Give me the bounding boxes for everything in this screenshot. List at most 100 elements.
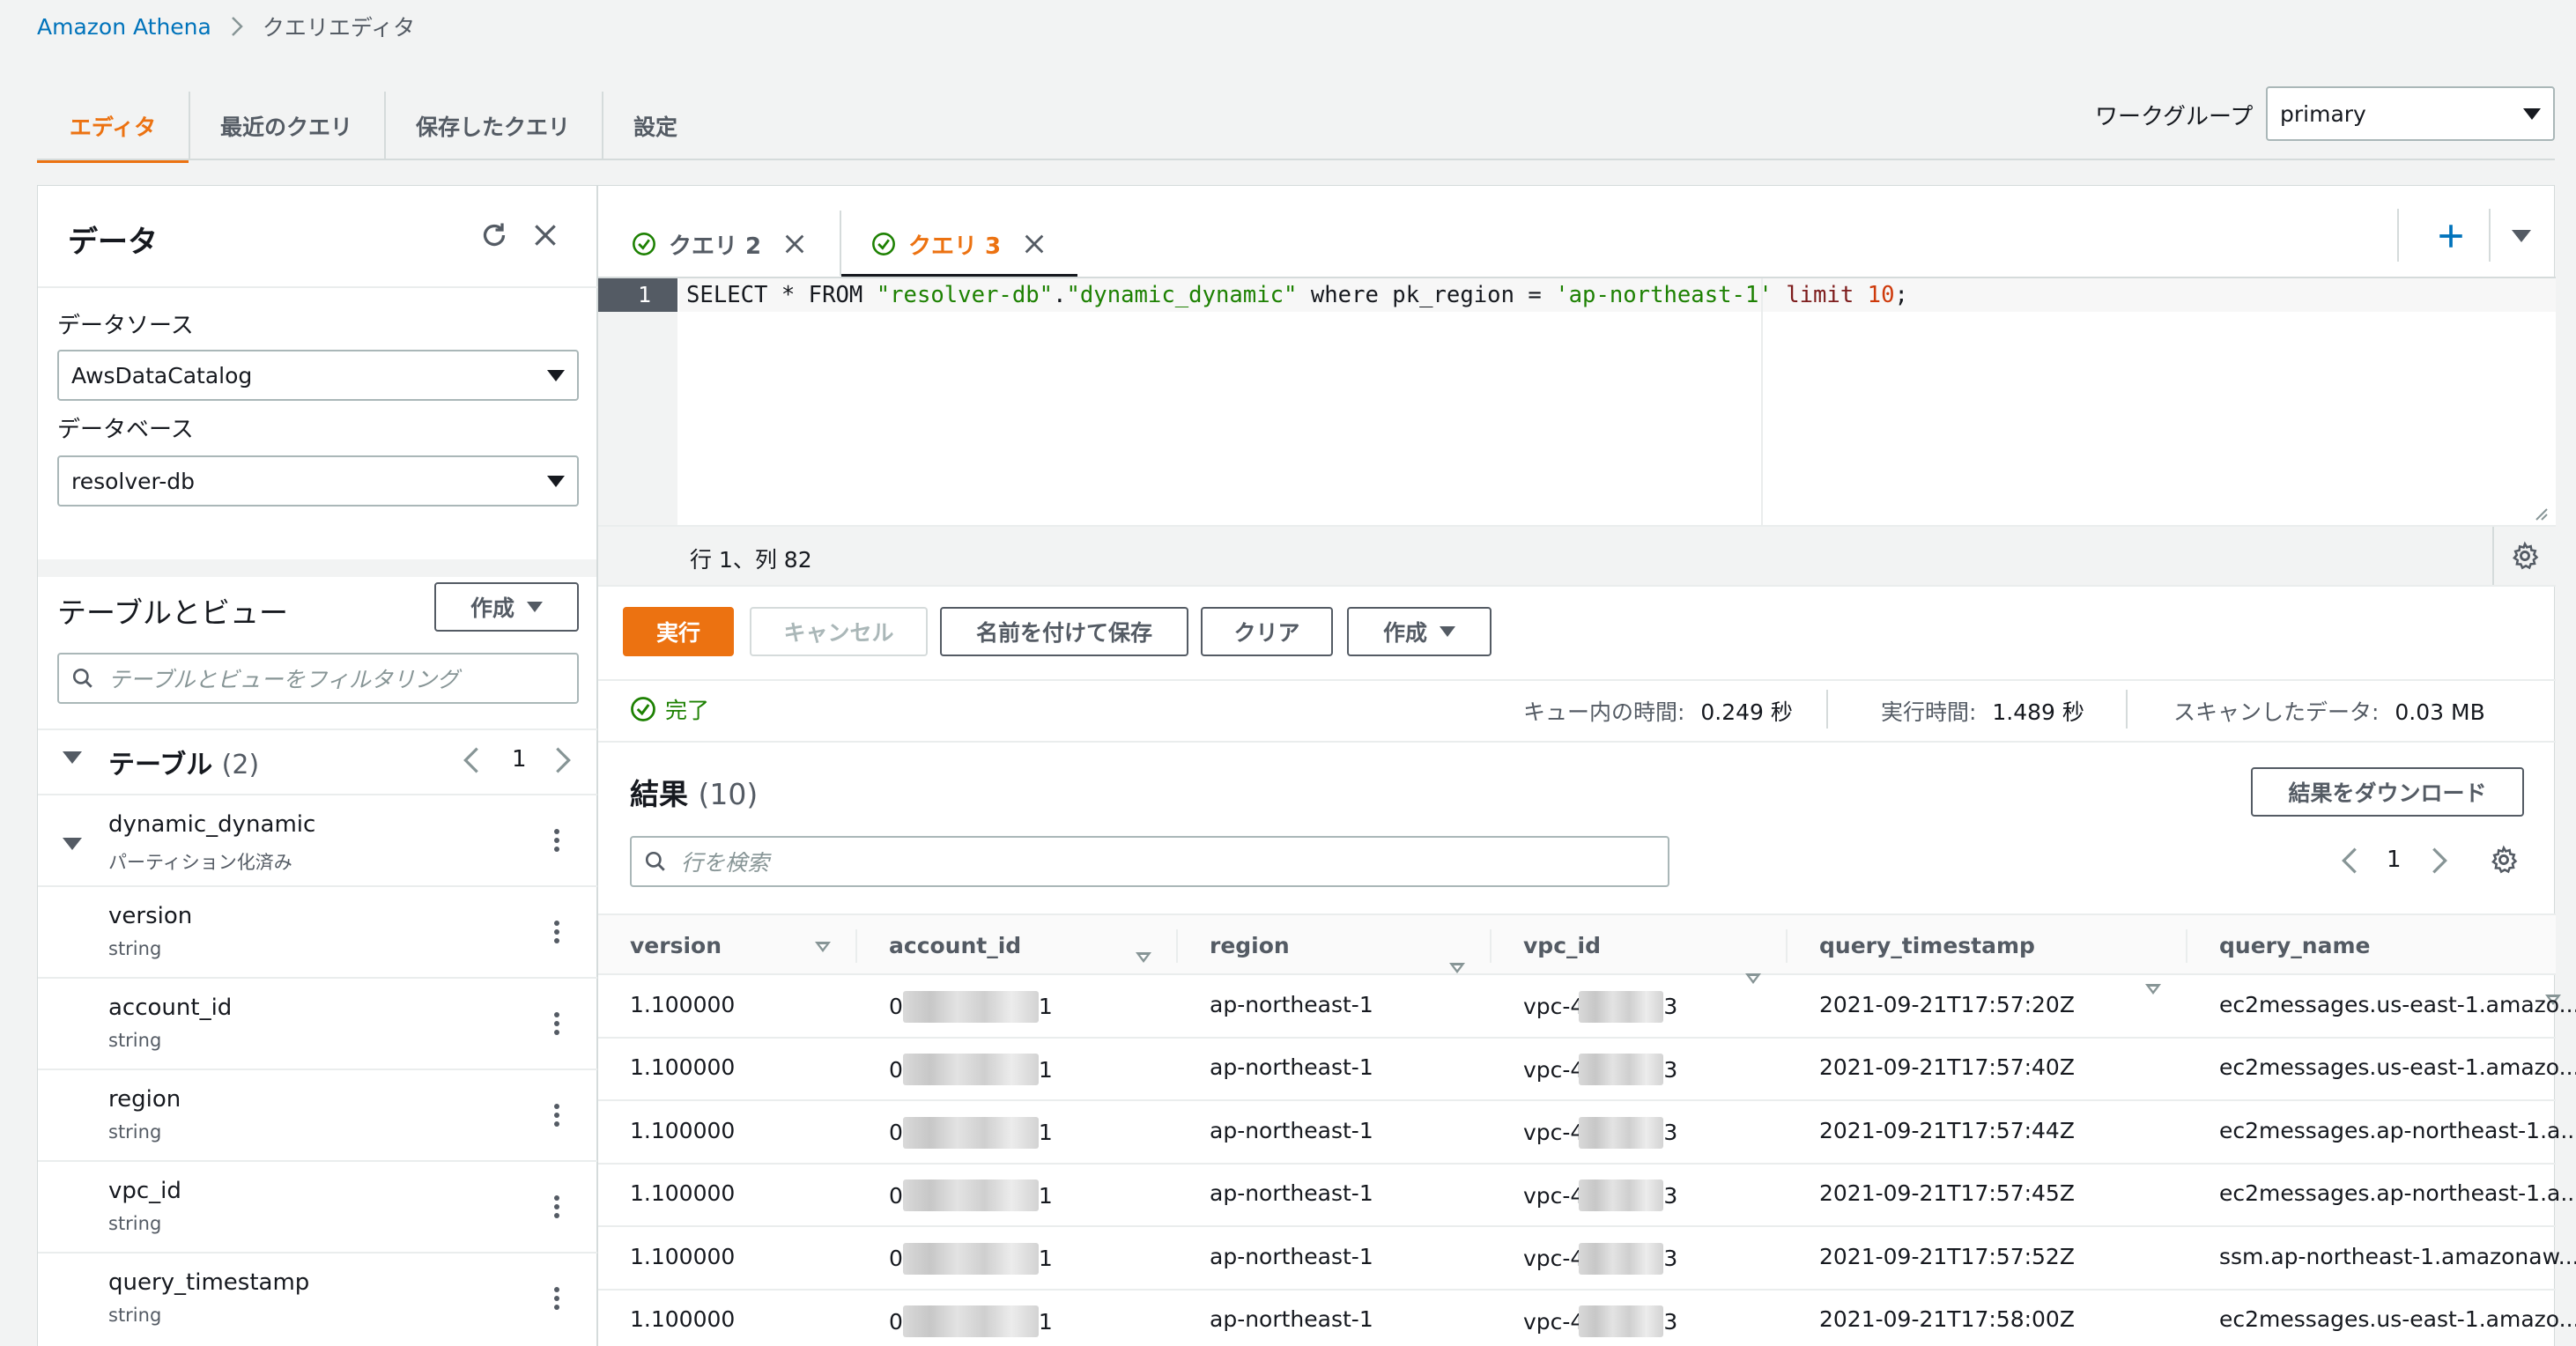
tables-count: (2) <box>221 750 260 780</box>
divider <box>38 286 598 288</box>
chevron-right-icon[interactable] <box>2431 847 2448 875</box>
refresh-icon[interactable] <box>478 219 510 251</box>
cell-vpc-id: vpc-4 3 <box>1523 1116 1677 1149</box>
more-options-icon[interactable] <box>554 917 559 947</box>
column-header-version[interactable]: version <box>630 933 722 958</box>
table-row: 1.100000 0 1 ap-northeast-1 vpc-4 3 2021-09-21… <box>598 1227 2576 1291</box>
more-options-icon[interactable] <box>554 1100 559 1130</box>
run-time: 実行時間: 1.489 秒 <box>1881 695 2084 727</box>
close-icon[interactable] <box>1022 232 1047 256</box>
query-tab-2[interactable]: クエリ 2 <box>632 212 807 276</box>
cell-account-id: 01 <box>889 1305 1053 1338</box>
sort-icon[interactable] <box>1449 963 1465 973</box>
column-header-query-name[interactable]: query_name <box>2219 933 2370 958</box>
sort-icon[interactable] <box>1136 952 1151 963</box>
datasource-select[interactable]: AwsDataCatalog <box>57 350 579 401</box>
cell-query-name: ec2messages.us-east-1.amazo... <box>2219 1306 2576 1333</box>
clear-button[interactable]: クリア <box>1201 607 1333 656</box>
save-as-button[interactable]: 名前を付けて保存 <box>940 607 1188 656</box>
chevron-right-icon <box>231 16 243 37</box>
column-divider <box>1786 929 1788 963</box>
close-icon[interactable] <box>782 232 807 256</box>
column-type: string <box>108 1305 162 1326</box>
create-table-label: 作成 <box>470 595 514 621</box>
cell-query-name: ec2messages.ap-northeast-1.a... <box>2219 1180 2576 1207</box>
chevron-left-icon[interactable] <box>463 746 480 774</box>
chevron-left-icon[interactable] <box>2341 847 2358 875</box>
results-title-text: 結果 <box>630 777 688 811</box>
search-icon <box>645 851 665 871</box>
cell-version: 1.100000 <box>630 1180 736 1207</box>
resize-handle-icon[interactable] <box>2533 506 2549 521</box>
account-id-end: 1 <box>1038 1246 1053 1272</box>
cancel-button[interactable]: キャンセル <box>750 607 928 656</box>
breadcrumb-current: クエリエディタ <box>262 15 416 41</box>
vpc-id-end: 3 <box>1663 1182 1678 1209</box>
tables-views-title: テーブルとビュー <box>57 595 289 630</box>
cell-vpc-id: vpc-4 3 <box>1523 1305 1677 1338</box>
queue-time: キュー内の時間: 0.249 秒 <box>1523 695 1793 727</box>
collapse-tables-icon[interactable] <box>63 751 82 764</box>
tab-separator <box>840 211 841 276</box>
vpc-id-start: vpc-4 <box>1523 1056 1585 1083</box>
queue-time-value: 0.249 秒 <box>1700 699 1793 725</box>
sql-editor[interactable]: 1 SELECT * FROM "resolver-db"."dynamic_d… <box>598 278 2556 525</box>
tables-page: 1 <box>512 746 527 773</box>
add-query-tab-icon[interactable] <box>2436 221 2466 251</box>
tab-saved-queries[interactable]: 保存したクエリ <box>384 92 602 160</box>
cell-query-timestamp: 2021-09-21T17:57:52Z <box>1819 1243 2075 1269</box>
column-header-query-timestamp[interactable]: query_timestamp <box>1819 933 2035 958</box>
results-title: 結果 (10) <box>630 771 758 813</box>
column-header-vpc-id[interactable]: vpc_id <box>1523 933 1601 958</box>
column-type: string <box>108 938 162 959</box>
cell-region: ap-northeast-1 <box>1210 1054 1373 1081</box>
tab-settings[interactable]: 設定 <box>602 92 709 160</box>
more-options-icon[interactable] <box>554 1009 559 1039</box>
code-token: ; <box>1894 282 1908 308</box>
redacted-block <box>902 1054 1039 1086</box>
tab-editor[interactable]: エディタ <box>37 92 189 163</box>
caret-down-icon <box>1440 626 1455 637</box>
column-header-account-id[interactable]: account_id <box>889 933 1021 958</box>
cell-account-id: 01 <box>889 1242 1053 1275</box>
breadcrumb-athena-link[interactable]: Amazon Athena <box>37 14 211 40</box>
tab-recent-queries[interactable]: 最近のクエリ <box>189 92 384 160</box>
more-options-icon[interactable] <box>554 1192 559 1222</box>
close-icon[interactable] <box>531 221 559 249</box>
column-header-region[interactable]: region <box>1210 933 1290 958</box>
editor-settings-icon[interactable] <box>2510 541 2540 571</box>
query-status: 完了 <box>630 693 709 725</box>
cell-query-timestamp: 2021-09-21T17:57:44Z <box>1819 1117 2075 1143</box>
workgroup-select[interactable]: primary <box>2266 86 2555 141</box>
sort-icon[interactable] <box>815 942 831 952</box>
divider <box>2126 690 2128 728</box>
column-divider <box>1490 929 1492 963</box>
column-name: query_timestamp <box>108 1269 310 1296</box>
chevron-right-icon[interactable] <box>554 746 572 774</box>
table-note: パーティション化済み <box>108 852 292 873</box>
database-value: resolver-db <box>71 468 195 494</box>
download-results-button[interactable]: 結果をダウンロード <box>2251 767 2524 817</box>
table-filter-input[interactable]: テーブルとビューをフィルタリング <box>57 653 579 704</box>
account-id-start: 0 <box>889 1120 903 1146</box>
create-table-button[interactable]: 作成 <box>434 582 579 632</box>
table-item-dynamic-dynamic[interactable]: dynamic_dynamic パーティション化済み <box>38 794 598 885</box>
more-options-icon[interactable] <box>554 825 559 855</box>
cell-vpc-id: vpc-4 3 <box>1523 1180 1678 1212</box>
vpc-id-end: 3 <box>1663 1056 1678 1083</box>
database-select[interactable]: resolver-db <box>57 455 579 507</box>
sql-code[interactable]: SELECT * FROM "resolver-db"."dynamic_dyn… <box>686 278 1908 312</box>
tabs-menu-icon[interactable] <box>2512 230 2531 242</box>
more-options-icon[interactable] <box>554 1283 559 1313</box>
caret-down-icon <box>2523 107 2541 120</box>
create-menu-button[interactable]: 作成 <box>1347 607 1492 656</box>
results-search-input[interactable]: 行を検索 <box>630 836 1669 887</box>
results-count: (10) <box>698 777 759 811</box>
query-tab-label: クエリ 3 <box>908 233 1002 260</box>
query-tab-3[interactable]: クエリ 3 <box>871 212 1047 276</box>
collapse-table-icon[interactable] <box>63 838 82 850</box>
run-button[interactable]: 実行 <box>623 607 734 656</box>
divider <box>2492 527 2494 585</box>
table-settings-icon[interactable] <box>2489 845 2519 875</box>
